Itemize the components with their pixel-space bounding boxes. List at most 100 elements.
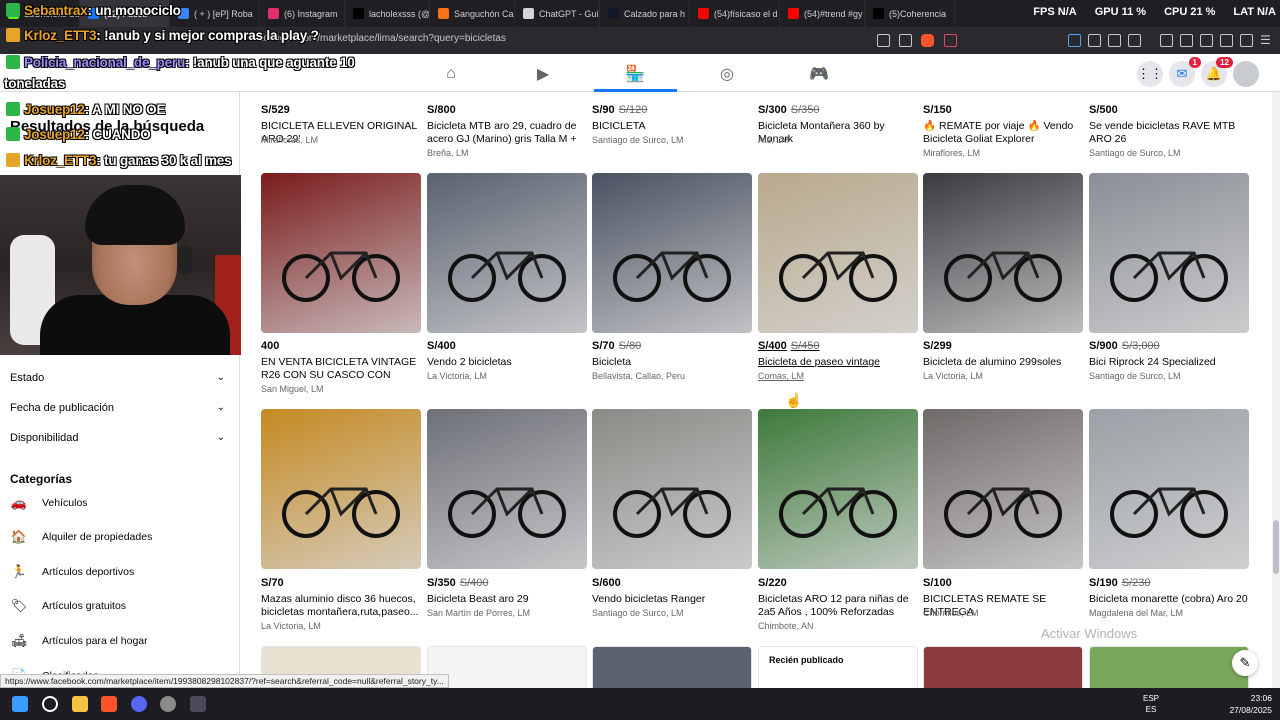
- wallet2-icon[interactable]: [1200, 34, 1213, 47]
- listing-title[interactable]: 🔥 REMATE por viaje 🔥 Vendo Bicicleta Gol…: [923, 120, 1083, 146]
- listing-title[interactable]: Vendo 2 bicicletas: [427, 356, 587, 369]
- browser-tab[interactable]: (54)físicaso el d: [690, 0, 780, 27]
- listing-photo[interactable]: [923, 173, 1083, 333]
- browser-tab[interactable]: ChatGPT - Guía: [515, 0, 600, 27]
- sidebar-item-alquiler[interactable]: 🏠 Alquiler de propiedades: [10, 528, 152, 546]
- obs-icon[interactable]: [190, 696, 206, 712]
- sidebar-item-gratuitos[interactable]: 🏷 Artículos gratuitos: [10, 597, 126, 615]
- listing-photo[interactable]: [592, 409, 752, 569]
- groups-icon[interactable]: ◎: [716, 63, 738, 85]
- app-icon[interactable]: [160, 696, 176, 712]
- filter-estado[interactable]: Estado ⌄: [10, 372, 225, 384]
- leo-icon[interactable]: [1220, 34, 1233, 47]
- listing-title[interactable]: Bicicleta monarette (cobra) Aro 20: [1089, 593, 1249, 606]
- tab-label: (54)físicaso el d: [714, 8, 778, 19]
- browser-tab[interactable]: (5)Coherencia: [865, 0, 955, 27]
- marketplace-icon[interactable]: 🏪: [624, 63, 646, 85]
- gaming-icon[interactable]: 🎮: [808, 63, 830, 85]
- filter-label: Estado: [10, 372, 45, 384]
- browser-tab[interactable]: (54)#trend #gy: [780, 0, 865, 27]
- menu-icon[interactable]: ☰: [1260, 34, 1273, 47]
- listing-photo[interactable]: [261, 409, 421, 569]
- filter-disponibilidad[interactable]: Disponibilidad ⌄: [10, 432, 225, 444]
- language-indicator[interactable]: ESP ES: [1143, 693, 1159, 715]
- listing-photo[interactable]: [427, 173, 587, 333]
- tab-favicon-icon: [698, 8, 709, 19]
- vpn-shield-icon[interactable]: [1240, 34, 1253, 47]
- file-explorer-icon[interactable]: [72, 696, 88, 712]
- old-price: S/3,000: [1121, 340, 1160, 352]
- notifications-button[interactable]: 🔔 12: [1201, 57, 1233, 87]
- brave-rewards-icon[interactable]: [944, 34, 957, 47]
- chevron-down-icon: ⌄: [216, 372, 225, 383]
- search-icon[interactable]: [42, 696, 58, 712]
- browser-tab[interactable]: Calzado para h: [600, 0, 690, 27]
- video-icon[interactable]: ▶: [532, 63, 554, 85]
- menu-grid-button[interactable]: ⋮⋮: [1137, 61, 1163, 87]
- listing-photo[interactable]: [592, 173, 752, 333]
- sidebar-item-hogar[interactable]: 🛋 Artículos para el hogar: [10, 632, 148, 650]
- brave-icon[interactable]: [101, 696, 117, 712]
- wallet-icon[interactable]: [1128, 34, 1141, 47]
- listing-title[interactable]: Bicicletas ARO 12 para niñas de 2a5 Años…: [758, 593, 918, 619]
- old-price: S/350: [790, 104, 820, 116]
- listing-title[interactable]: Bici Riprock 24 Specialized: [1089, 356, 1249, 369]
- start-icon[interactable]: [12, 696, 28, 712]
- scrollbar-thumb[interactable]: [1273, 520, 1279, 574]
- listing-title[interactable]: Vendo bicicletas Ranger: [592, 593, 752, 606]
- messenger-button[interactable]: ✉ 1: [1169, 57, 1201, 87]
- listing-location: Chorrillos, LM: [923, 608, 979, 618]
- listing-title[interactable]: Bicicleta de paseo vintage: [758, 356, 918, 369]
- listing-photo[interactable]: [758, 173, 918, 333]
- chat-message: Josuep12: CUANDO: [6, 127, 151, 142]
- listing-photo[interactable]: [261, 173, 421, 333]
- system-clock[interactable]: 23:06 27/08/2025: [1229, 692, 1272, 716]
- cast-icon[interactable]: [877, 34, 890, 47]
- puzzle-icon[interactable]: [1108, 34, 1121, 47]
- vpn-icon[interactable]: [1068, 34, 1081, 47]
- listing-photo[interactable]: [758, 409, 918, 569]
- listing-title[interactable]: BICICLETA: [592, 120, 752, 133]
- listing-photo[interactable]: [592, 646, 752, 688]
- bicycle-illustration: [447, 479, 567, 539]
- listing-title[interactable]: Bicicleta MTB aro 29, cuadro de acero GJ…: [427, 120, 587, 146]
- sidebar-item-label: Artículos deportivos: [42, 566, 135, 578]
- listing-title[interactable]: Se vende bicicletas RAVE MTB ARO 26: [1089, 120, 1249, 146]
- media-icon[interactable]: [1160, 34, 1173, 47]
- listing-title[interactable]: EN VENTA BICICLETA VINTAGE R26 CON SU CA…: [261, 356, 421, 382]
- tab-label: Sanguchón Ca: [454, 8, 514, 19]
- browser-tab[interactable]: (6) Instagram: [260, 0, 345, 27]
- listing-price: S/70 S/80: [592, 340, 641, 352]
- tab-label: ( + ) [eP] Roba: [194, 8, 253, 19]
- listing-title[interactable]: Bicicleta de alumino 299soles: [923, 356, 1083, 369]
- filter-fecha[interactable]: Fecha de publicación ⌄: [10, 402, 225, 414]
- extension-icon[interactable]: [1088, 34, 1101, 47]
- browser-tab[interactable]: Sanguchón Ca: [430, 0, 515, 27]
- page-scrollbar[interactable]: [1272, 92, 1280, 688]
- listing-title[interactable]: Bicicleta Beast aro 29: [427, 593, 587, 606]
- avatar[interactable]: [1233, 61, 1259, 87]
- sidebar-icon[interactable]: [1180, 34, 1193, 47]
- listing-title[interactable]: Bicicleta: [592, 356, 752, 369]
- brave-shield-icon[interactable]: [921, 34, 934, 47]
- listing-title[interactable]: Mazas aluminio disco 36 huecos, biciclet…: [261, 593, 421, 619]
- listing-photo[interactable]: Recién publicado: [758, 646, 918, 688]
- listing-photo[interactable]: [1089, 173, 1249, 333]
- tab-favicon-icon: [438, 8, 449, 19]
- listing-photo[interactable]: [923, 646, 1083, 688]
- listing-photo[interactable]: [1089, 409, 1249, 569]
- home-icon[interactable]: ⌂: [440, 63, 462, 85]
- browser-tab[interactable]: lacholexsss (@: [345, 0, 430, 27]
- house-icon: 🏠: [10, 529, 28, 544]
- listing-photo[interactable]: [427, 409, 587, 569]
- compose-button[interactable]: ✎: [1232, 650, 1258, 676]
- browser-tab[interactable]: ( + ) [eP] Roba: [170, 0, 260, 27]
- discord-icon[interactable]: [131, 696, 147, 712]
- share-icon[interactable]: [899, 34, 912, 47]
- sidebar-item-vehiculos[interactable]: 🚗 Vehículos: [10, 494, 88, 512]
- sidebar-item-deportivos[interactable]: 🏃 Artículos deportivos: [10, 563, 134, 581]
- listing-photo[interactable]: [1089, 646, 1249, 688]
- tab-label: (5)Coherencia: [889, 8, 947, 19]
- listing-photo[interactable]: [923, 409, 1083, 569]
- listing-photo[interactable]: [427, 646, 587, 688]
